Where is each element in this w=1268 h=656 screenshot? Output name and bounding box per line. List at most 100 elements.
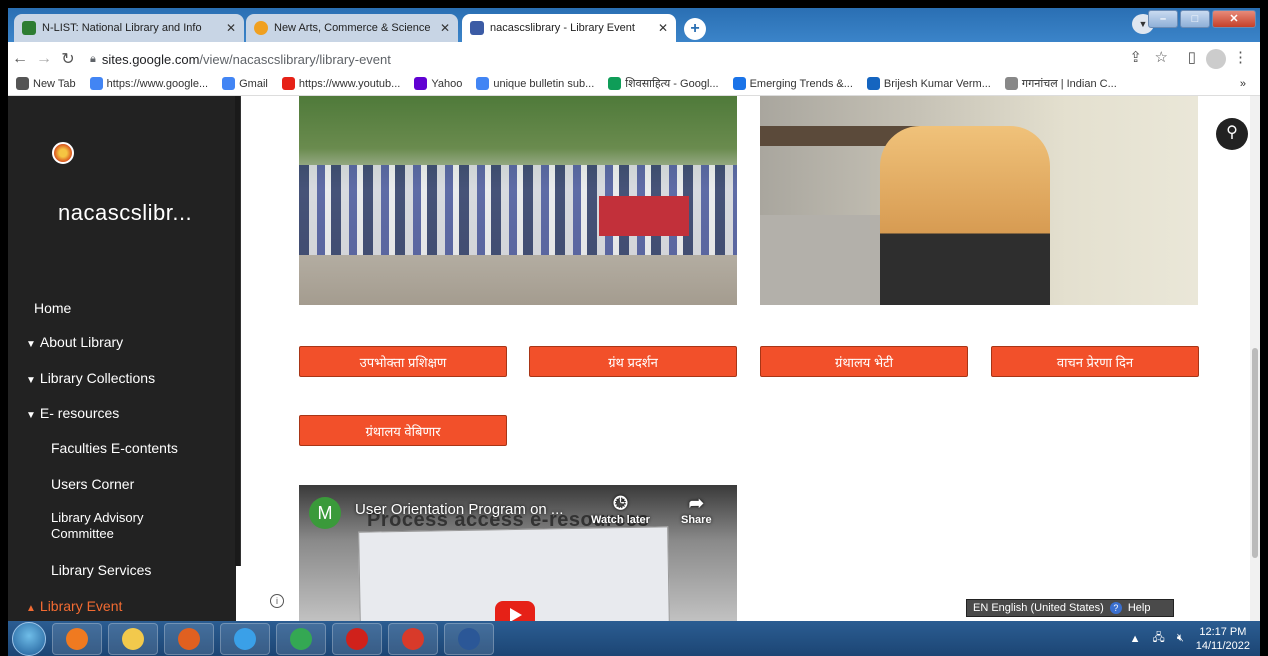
maximize-button[interactable]: □ <box>1180 10 1210 28</box>
app-glyph <box>178 627 200 650</box>
bookmark-item[interactable]: Yahoo <box>414 77 462 90</box>
sidebar-scrollbar[interactable] <box>235 96 241 566</box>
taskbar-apps <box>46 622 494 655</box>
bookmark-label: New Tab <box>33 77 76 90</box>
chevron-up-icon[interactable]: ▲ <box>26 603 36 614</box>
share-icon[interactable]: ⇪ <box>1129 48 1142 66</box>
tab-title: New Arts, Commerce & Science <box>274 22 431 34</box>
internet-explorer-icon[interactable] <box>220 622 270 655</box>
acrobat-icon[interactable] <box>332 622 382 655</box>
category-button-library-webinar[interactable]: ग्रंथालय वेबिणार <box>299 415 507 446</box>
share-button[interactable]: ➦ Share <box>681 493 712 526</box>
app-glyph <box>402 627 424 650</box>
network-icon[interactable]: 🖧︎ <box>1153 629 1165 648</box>
category-button-reading-inspiration-day[interactable]: वाचन प्रेरणा दिन <box>991 346 1199 377</box>
language-label[interactable]: EN English (United States) <box>973 602 1104 614</box>
bookmark-item[interactable]: https://www.youtub... <box>281 77 401 90</box>
category-button-library-visit[interactable]: ग्रंथालय भेटी <box>760 346 968 377</box>
chevron-down-icon[interactable]: ▼ <box>26 410 36 421</box>
app-glyph <box>122 627 144 650</box>
channel-avatar[interactable]: M <box>309 497 341 529</box>
bookmark-item[interactable]: Brijesh Kumar Verm... <box>866 77 991 90</box>
bookmark-item[interactable]: New Tab <box>16 77 76 90</box>
back-icon[interactable]: ← <box>8 50 32 68</box>
chevron-down-icon[interactable]: ▼ <box>26 339 36 350</box>
bookmark-item[interactable]: https://www.google... <box>89 77 209 90</box>
media-player-icon[interactable] <box>164 622 214 655</box>
scrollbar-thumb[interactable] <box>1252 348 1258 558</box>
bookmark-item[interactable]: शिवसाहित्य - Googl... <box>608 76 719 91</box>
nav-users-corner[interactable]: Users Corner <box>8 476 228 492</box>
nav-label: Library Services <box>51 562 152 578</box>
chrome-icon[interactable] <box>276 622 326 655</box>
event-photo-tribute <box>760 96 1198 305</box>
new-tab-button[interactable]: + <box>684 18 706 40</box>
close-window-button[interactable]: ✕ <box>1212 10 1256 28</box>
nav-about-library[interactable]: ▼ About Library <box>8 334 228 350</box>
language-bar[interactable]: EN English (United States) ? Help <box>966 599 1174 617</box>
reload-icon[interactable]: ↻ <box>56 49 80 69</box>
site-logo[interactable] <box>52 142 74 164</box>
play-icon[interactable] <box>495 601 535 621</box>
web-page: nacascslibr... Home ▼ About Library ▼ Libr… <box>8 96 1260 621</box>
close-icon[interactable]: ✕ <box>658 21 668 35</box>
bookmark-item[interactable]: Gmail <box>222 77 268 90</box>
nav-library-services[interactable]: Library Services <box>8 562 228 578</box>
youtube-embed[interactable]: Process access e-resources M User Orient… <box>299 485 737 621</box>
category-button-user-training[interactable]: उपभोक्ता प्रशिक्षण <box>299 346 507 377</box>
bookmark-item[interactable]: Emerging Trends &... <box>732 77 853 90</box>
drive-icon <box>608 77 622 90</box>
clock-icon: 🕒︎ <box>613 493 628 513</box>
category-button-book-exhibition[interactable]: ग्रंथ प्रदर्शन <box>529 346 737 377</box>
chevron-down-icon[interactable]: ▼ <box>26 375 36 386</box>
word-icon[interactable] <box>444 622 494 655</box>
nlist-favicon-icon <box>22 21 36 35</box>
bookmark-label: Gmail <box>239 77 268 90</box>
star-icon[interactable]: ☆ <box>1155 48 1168 66</box>
nav-e-resources[interactable]: ▼ E- resources <box>8 405 228 421</box>
bookmark-item[interactable]: unique bulletin sub... <box>476 77 594 90</box>
nav-label: Library Event <box>39 598 123 614</box>
site-name[interactable]: nacascslibr... <box>58 200 192 226</box>
youtube-icon <box>281 77 295 90</box>
forward-icon[interactable]: → <box>32 50 56 68</box>
nav-faculties-e-contents[interactable]: Faculties E-contents <box>8 440 228 456</box>
search-icon[interactable]: ⚲ <box>1216 118 1248 150</box>
bookmark-label: https://www.youtub... <box>298 77 401 90</box>
tab-college[interactable]: New Arts, Commerce & Science ✕ <box>246 14 458 42</box>
paint-icon[interactable] <box>388 622 438 655</box>
nav-label: Library Collections <box>39 370 156 386</box>
college-favicon-icon <box>254 21 268 35</box>
tray-expand-icon[interactable]: ▲ <box>1130 633 1141 645</box>
tab-nlist[interactable]: N-LIST: National Library and Info ✕ <box>14 14 244 42</box>
nav-home[interactable]: Home <box>8 300 228 316</box>
close-icon[interactable]: ✕ <box>226 21 236 35</box>
minimize-button[interactable]: – <box>1148 10 1178 28</box>
profile-avatar[interactable] <box>1206 49 1226 69</box>
volume-muted-icon[interactable]: 🔇︎ <box>1177 632 1184 645</box>
watch-later-button[interactable]: 🕒︎ Watch later <box>591 493 650 526</box>
bookmark-label: https://www.google... <box>106 77 209 90</box>
clock[interactable]: 12:17 PM 14/11/2022 <box>1196 625 1250 653</box>
url-host: sites.google.com <box>101 51 200 67</box>
nav-library-collections[interactable]: ▼ Library Collections <box>8 370 228 386</box>
file-explorer-icon[interactable] <box>108 622 158 655</box>
firefox-icon[interactable] <box>52 622 102 655</box>
address-bar[interactable]: 🔒︎ sites.google.com/view/nacascslibrary/… <box>90 46 1190 72</box>
bookmark-item[interactable]: गगनांचल | Indian C... <box>1004 76 1117 91</box>
nav-library-advisory-committee[interactable]: Library Advisory Committee <box>8 510 188 542</box>
help-label[interactable]: Help <box>1128 602 1151 614</box>
menu-icon[interactable]: ⋮ <box>1233 48 1248 66</box>
side-panel-icon[interactable]: ▯ <box>1188 48 1196 66</box>
close-icon[interactable]: ✕ <box>440 21 450 35</box>
person-graphic <box>880 126 1050 305</box>
page-scrollbar[interactable] <box>1250 96 1260 621</box>
nav-library-event[interactable]: ▲ Library Event <box>8 598 228 614</box>
video-title[interactable]: User Orientation Program on ... <box>355 501 563 518</box>
tab-library-event[interactable]: nacascslibrary - Library Event ✕ <box>462 14 676 42</box>
help-icon[interactable]: ? <box>1109 602 1122 614</box>
bookmarks-overflow-icon[interactable]: » <box>1240 78 1246 90</box>
browser-window: N-LIST: National Library and Info ✕ New … <box>8 8 1260 656</box>
start-button[interactable] <box>12 621 46 656</box>
info-icon[interactable]: i <box>270 594 284 608</box>
